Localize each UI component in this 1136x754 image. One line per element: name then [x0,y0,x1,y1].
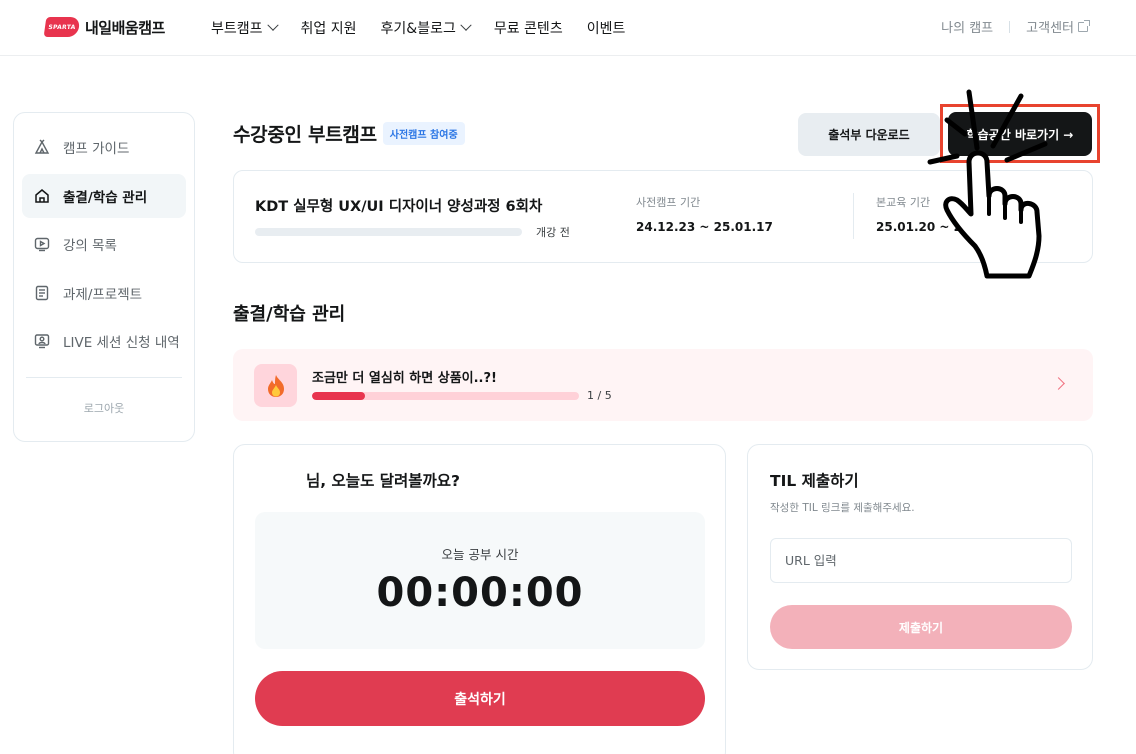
section-title: 출결/학습 관리 [233,304,346,325]
greeting-text: 님, 오늘도 달려볼까요? [306,472,461,490]
main-nav: 부트캠프 취업 지원 후기&블로그 무료 콘텐츠 이벤트 [211,17,649,39]
motivation-banner[interactable]: 조금만 더 열심히 하면 상품이..?! 1 / 5 [233,349,1093,421]
nav-label: 취업 지원 [300,21,357,37]
nav-label: 후기&블로그 [380,21,456,37]
timer-box: 오늘 공부 시간 00:00:00 [255,512,705,649]
nav-bootcamp[interactable]: 부트캠프 [211,17,279,39]
timer-label: 오늘 공부 시간 [441,547,519,562]
chevron-down-icon [266,19,279,31]
nav-reviews-blog[interactable]: 후기&블로그 [380,17,472,39]
external-link-icon [1078,19,1090,32]
utility-links: 나의 캠프 고객센터 [941,17,1090,36]
course-name: KDT 실무형 UX/UI 디자이너 양성과정 6회차 [255,199,543,215]
nav-free-content[interactable]: 무료 콘텐츠 [494,17,563,39]
nav-events[interactable]: 이벤트 [587,17,626,39]
status-badge: 사전캠프 참여중 [382,122,465,145]
sidebar-item-label: 캠프 가이드 [63,141,130,157]
top-header: SPARTA 내일배움캠프 부트캠프 취업 지원 후기&블로그 무료 콘텐츠 이… [0,0,1136,56]
sidebar-item-label: LIVE 세션 신청 내역 [63,335,180,351]
motivation-progress-fill [312,392,366,400]
document-icon [34,285,50,301]
til-description: 작성한 TIL 링크를 제출해주세요. [770,502,915,514]
attendance-download-button[interactable]: 출석부 다운로드 [798,113,940,156]
video-icon [34,236,50,252]
nav-label: 부트캠프 [211,21,263,37]
logo-text: 내일배움캠프 [85,18,165,37]
page-title-row: 수강중인 부트캠프 사전캠프 참여중 [233,120,465,147]
divider [26,377,182,378]
main-period: 본교육 기간 25.01.20 ~ 25.0 [876,194,983,234]
fire-icon [254,364,297,407]
course-card: KDT 실무형 UX/UI 디자이너 양성과정 6회차 개강 전 사전캠프 기간… [233,170,1093,263]
course-progress-bar [255,228,522,236]
til-submit-button[interactable]: 제출하기 [770,605,1072,649]
divider [1009,20,1011,33]
study-time-card: 님, 오늘도 달려볼까요? 오늘 공부 시간 00:00:00 출석하기 [233,444,726,754]
home-icon [34,188,50,204]
pre-camp-label: 사전캠프 기간 [636,196,701,209]
motivation-progress-bar [312,392,579,400]
pre-camp-period: 사전캠프 기간 24.12.23 ~ 25.01.17 [636,194,773,234]
tent-icon [34,139,50,155]
motivation-text: 조금만 더 열심히 하면 상품이..?! [312,371,497,386]
logo[interactable]: SPARTA 내일배움캠프 [43,15,165,39]
chevron-right-icon [1052,377,1065,390]
url-input[interactable] [770,538,1072,583]
page-title: 수강중인 부트캠프 [233,124,377,146]
nav-job-support[interactable]: 취업 지원 [301,17,357,39]
sidebar: 캠프 가이드 출결/학습 관리 강의 목록 과제/프로젝트 LIVE 세션 신청… [13,112,195,442]
highlight-box [940,104,1100,163]
divider [853,193,854,239]
course-status: 개강 전 [536,226,570,239]
til-card: TIL 제출하기 작성한 TIL 링크를 제출해주세요. 제출하기 [747,444,1093,670]
timer-value: 00:00:00 [376,570,584,616]
help-center-link[interactable]: 고객센터 [1026,17,1074,36]
til-title: TIL 제출하기 [770,472,859,490]
nav-label: 무료 콘텐츠 [493,21,563,37]
sidebar-item-lectures[interactable]: 강의 목록 [22,222,186,266]
motivation-count: 1 / 5 [587,389,612,402]
pre-camp-dates: 24.12.23 ~ 25.01.17 [636,220,773,234]
main-period-label: 본교육 기간 [876,196,931,209]
logout-button[interactable]: 로그아웃 [22,400,186,416]
sidebar-item-assignments[interactable]: 과제/프로젝트 [22,271,186,315]
monitor-user-icon [34,333,50,349]
main-period-dates: 25.01.20 ~ 25.0 [876,220,984,234]
sidebar-item-label: 강의 목록 [63,238,117,254]
sidebar-item-label: 과제/프로젝트 [63,286,143,303]
sidebar-item-camp-guide[interactable]: 캠프 가이드 [22,125,186,169]
nav-label: 이벤트 [586,21,626,37]
attend-button[interactable]: 출석하기 [255,671,705,726]
logo-badge: SPARTA [43,17,81,37]
chevron-down-icon [460,19,472,31]
sidebar-item-live-sessions[interactable]: LIVE 세션 신청 내역 [22,319,186,363]
my-camp-link[interactable]: 나의 캠프 [941,17,993,36]
sidebar-item-attendance[interactable]: 출결/학습 관리 [22,173,186,218]
sidebar-item-label: 출결/학습 관리 [63,189,148,206]
